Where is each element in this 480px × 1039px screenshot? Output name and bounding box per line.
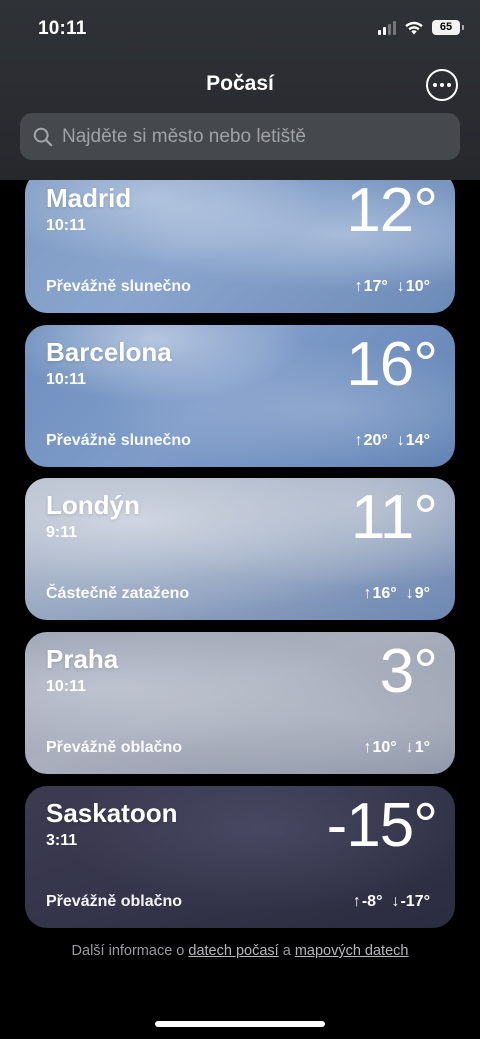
high-low: ↑ 20° ↓ 14°: [355, 432, 430, 450]
high-low: ↑ 16° ↓ 9°: [364, 585, 431, 603]
footer-note: Další informace o datech počasí a mapový…: [0, 943, 480, 959]
status-time: 10:11: [38, 18, 87, 39]
search-input[interactable]: [62, 125, 442, 148]
city-temperature: 11°: [350, 483, 438, 552]
high-low: ↑ 10° ↓ 1°: [364, 739, 431, 757]
city-card-praha[interactable]: Praha 10:11 3° Převážně oblačno ↑ 10° ↓ 1°: [25, 632, 455, 774]
footer-prefix: Další informace o: [71, 943, 189, 959]
more-button[interactable]: [426, 69, 458, 101]
weather-data-link[interactable]: datech počasí: [188, 943, 278, 959]
high-temp: ↑ -8°: [353, 893, 383, 911]
city-temperature: 12°: [346, 176, 438, 245]
low-temp: ↓ -17°: [391, 893, 430, 911]
city-name: Praha: [46, 644, 119, 674]
more-icon-dot: [447, 83, 451, 87]
city-time: 3:11: [46, 832, 78, 849]
search-icon: [33, 127, 53, 146]
map-data-link[interactable]: mapových datech: [295, 943, 409, 959]
low-value: 9°: [414, 585, 430, 602]
home-indicator[interactable]: [155, 1021, 325, 1027]
city-time: 10:11: [46, 678, 87, 695]
city-card-saskatoon[interactable]: Saskatoon 3:11 -15° Převážně oblačno ↑ -8…: [25, 786, 455, 928]
high-temp: ↑ 10°: [364, 739, 397, 757]
arrow-down-icon: ↓: [405, 585, 414, 602]
city-time: 10:11: [46, 371, 87, 388]
high-temp: ↑ 16°: [364, 585, 397, 603]
status-bar: 10:11 65: [0, 0, 480, 60]
battery-icon: 65: [432, 20, 464, 35]
city-card-barcelona[interactable]: Barcelona 10:11 16° Převážně slunečno ↑ 2…: [25, 325, 455, 467]
city-card-madrid[interactable]: Madrid 10:11 12° Převážně slunečno ↑ 17° …: [25, 171, 455, 313]
arrow-down-icon: ↓: [396, 432, 405, 449]
weather-screen: Madrid 10:11 12° Převážně slunečno ↑ 17° …: [0, 0, 480, 1039]
high-value: 17°: [363, 278, 388, 295]
city-time: 10:11: [46, 217, 87, 234]
city-card-london[interactable]: Londýn 9:11 11° Částečně zataženo ↑ 16° ↓…: [25, 478, 455, 620]
high-value: -8°: [361, 893, 383, 910]
wifi-icon: [405, 21, 423, 35]
arrow-down-icon: ↓: [391, 893, 400, 910]
city-condition: Převážně slunečno: [46, 432, 191, 449]
high-temp: ↑ 17°: [355, 278, 388, 296]
city-temperature: 16°: [346, 330, 438, 399]
city-name: Madrid: [46, 183, 132, 213]
arrow-down-icon: ↓: [396, 278, 405, 295]
status-icons: 65: [378, 20, 464, 35]
city-condition: Převážně oblačno: [46, 893, 183, 910]
page-title: Počasí: [206, 72, 274, 95]
high-temp: ↑ 20°: [355, 432, 388, 450]
city-temperature: 3°: [379, 637, 438, 706]
footer-middle: a: [278, 943, 295, 959]
city-time: 9:11: [46, 524, 78, 541]
low-value: 10°: [405, 278, 430, 295]
low-temp: ↓ 14°: [397, 432, 430, 450]
high-value: 10°: [372, 739, 397, 756]
low-temp: ↓ 10°: [397, 278, 430, 296]
low-temp: ↓ 1°: [406, 739, 430, 757]
high-value: 16°: [372, 585, 397, 602]
low-temp: ↓ 9°: [406, 585, 430, 603]
city-condition: Částečně zataženo: [46, 585, 190, 602]
arrow-up-icon: ↑: [354, 432, 363, 449]
arrow-up-icon: ↑: [363, 585, 372, 602]
low-value: 1°: [414, 739, 430, 756]
arrow-up-icon: ↑: [354, 278, 363, 295]
high-low: ↑ -8° ↓ -17°: [353, 893, 430, 911]
low-value: 14°: [405, 432, 430, 449]
arrow-up-icon: ↑: [363, 739, 372, 756]
city-name: Londýn: [46, 490, 140, 520]
arrow-up-icon: ↑: [352, 893, 361, 910]
cellular-signal-icon: [378, 20, 396, 35]
city-temperature: -15°: [326, 791, 438, 860]
more-icon: [433, 83, 437, 87]
search-bar[interactable]: [20, 113, 460, 160]
arrow-down-icon: ↓: [405, 739, 414, 756]
low-value: -17°: [400, 893, 430, 910]
city-condition: Převážně oblačno: [46, 739, 183, 756]
city-condition: Převážně slunečno: [46, 278, 191, 295]
more-icon-dot: [440, 83, 444, 87]
city-name: Barcelona: [46, 337, 172, 367]
city-name: Saskatoon: [46, 798, 178, 828]
high-value: 20°: [363, 432, 388, 449]
high-low: ↑ 17° ↓ 10°: [355, 278, 430, 296]
